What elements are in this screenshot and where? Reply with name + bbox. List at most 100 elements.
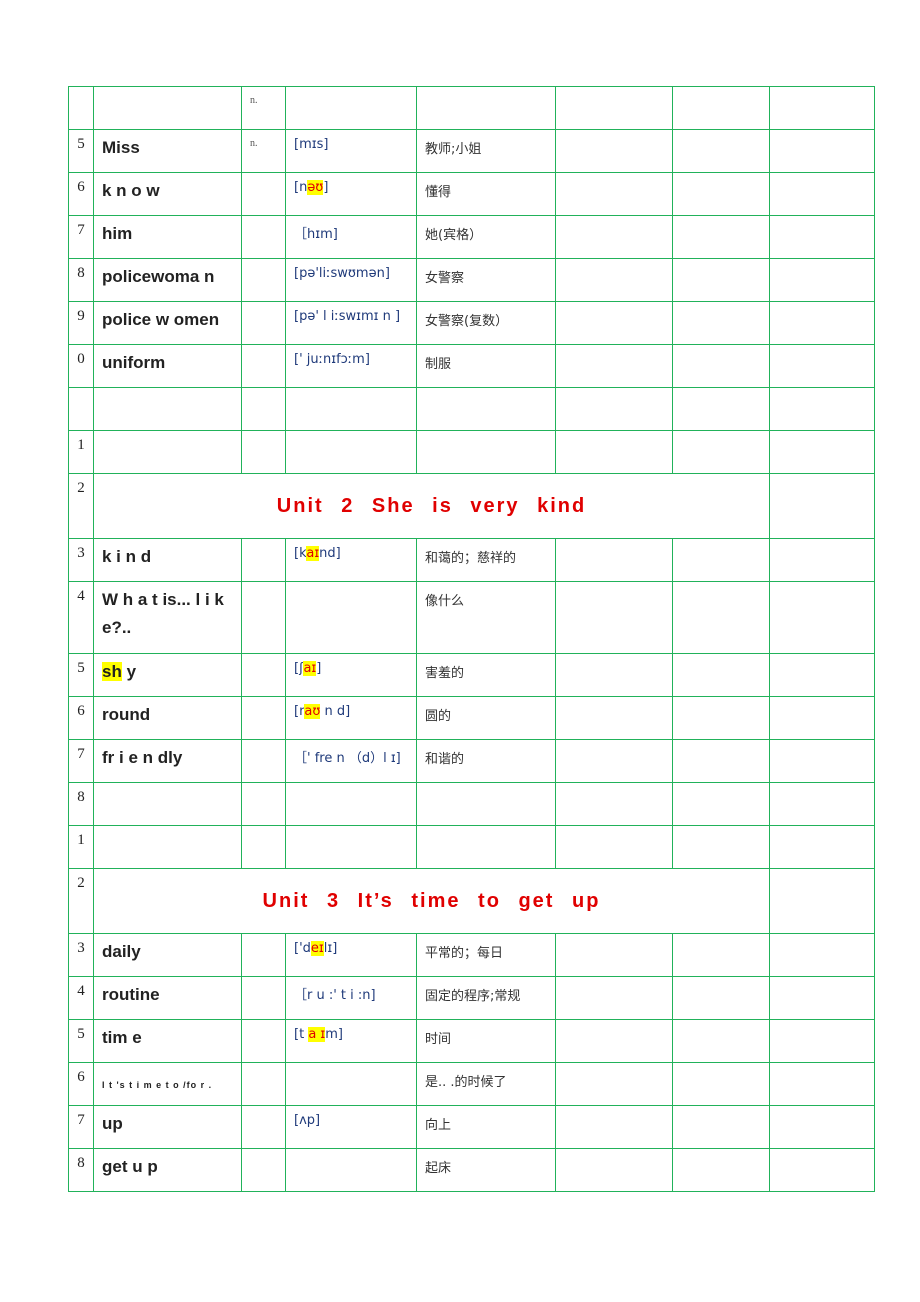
chinese-meaning: 平常的；每日 (416, 933, 556, 977)
table-row: 8 policewoma n [pə'liːswʊmən] 女警察 (68, 258, 875, 302)
row-number: 7 (68, 215, 94, 259)
word-cell (93, 430, 242, 474)
row-number: 4 (68, 581, 94, 654)
row-number: 6 (68, 172, 94, 216)
chinese-meaning: 和蔼的；慈祥的 (416, 538, 556, 582)
chinese-meaning: 制服 (416, 344, 556, 388)
blank-cell (672, 344, 770, 388)
blank-cell (672, 696, 770, 740)
row-number: 8 (68, 258, 94, 302)
word-cell: round (93, 696, 242, 740)
table-row: 6I t 's t i m e t o /fo r . 是.. .的时候了 (68, 1062, 875, 1106)
word-cell (93, 782, 242, 826)
word-cell: sh y (93, 653, 242, 697)
part-of-speech (241, 387, 286, 431)
part-of-speech: n. (241, 86, 286, 130)
row-number: 7 (68, 1105, 94, 1149)
blank-cell (672, 129, 770, 173)
blank-cell (769, 739, 875, 783)
row-number (68, 86, 94, 130)
phonetic-cell: [pə'liːswʊmən] (285, 258, 417, 302)
phonetic-text: ] (323, 180, 329, 195)
row-number: 2 (68, 473, 94, 539)
row-number: 3 (68, 933, 94, 977)
phonetic-text: [n (294, 180, 308, 195)
table-row: 5 sh y [ʃaɪ] 害羞的 (68, 653, 875, 697)
row-number: 6 (68, 1062, 94, 1106)
phonetic-highlight: aɪ (306, 546, 320, 561)
word-cell (93, 387, 242, 431)
chinese-meaning: 像什么 (416, 581, 556, 654)
blank-cell (555, 301, 673, 345)
chinese-meaning: 懂得 (416, 172, 556, 216)
blank-cell (769, 215, 875, 259)
blank-cell (555, 387, 673, 431)
blank-cell (769, 1105, 875, 1149)
blank-cell (672, 976, 770, 1020)
table-row: 7 fr i e n dly ［' fre n （d）l ɪ] 和谐的 (68, 739, 875, 783)
table-row: 3k i n d [kaɪnd] 和蔼的；慈祥的 (68, 538, 875, 582)
unit-header-row: 2 Unit 3 It’s time to get up (68, 868, 875, 934)
word-cell: policewoma n (93, 258, 242, 302)
blank-cell (555, 739, 673, 783)
vocabulary-table: n. 5 Miss n. [mɪs] 教师;小姐 6 k n o w [nəʊ] 懂得 7 him ［h… (68, 86, 875, 1192)
blank-cell (672, 653, 770, 697)
chinese-meaning: 时间 (416, 1019, 556, 1063)
table-row: 6k n o w [nəʊ] 懂得 (68, 172, 875, 216)
blank-cell (672, 933, 770, 977)
part-of-speech (241, 739, 286, 783)
phonetic-cell (285, 1062, 417, 1106)
chinese-meaning: 圆的 (416, 696, 556, 740)
blank-cell (672, 1019, 770, 1063)
chinese-meaning (416, 825, 556, 869)
blank-cell (672, 258, 770, 302)
part-of-speech (241, 653, 286, 697)
phonetic-highlight: a ɪ (308, 1027, 326, 1042)
phonetic-cell (285, 86, 417, 130)
phonetic-text: [r (294, 704, 305, 719)
blank-cell (672, 782, 770, 826)
phonetic-text: ['d (294, 941, 311, 956)
word-cell: I t 's t i m e t o /fo r . (93, 1062, 242, 1106)
table-row: 6 round [raʊ n d] 圆的 (68, 696, 875, 740)
row-number: 8 (68, 782, 94, 826)
chinese-meaning (416, 387, 556, 431)
phonetic-text: [k (294, 546, 307, 561)
phonetic-cell: [nəʊ] (285, 172, 417, 216)
blank-cell (769, 258, 875, 302)
row-number: 9 (68, 301, 94, 345)
row-number: 5 (68, 1019, 94, 1063)
phonetic-cell (285, 581, 417, 654)
blank-cell (769, 696, 875, 740)
row-number: 0 (68, 344, 94, 388)
row-number: 1 (68, 825, 94, 869)
unit-title: Unit 3 It’s time to get up (93, 868, 770, 934)
blank-cell (769, 933, 875, 977)
part-of-speech (241, 782, 286, 826)
word-cell: fr i e n dly (93, 739, 242, 783)
phonetic-cell: ['deɪlɪ] (285, 933, 417, 977)
blank-cell (769, 581, 875, 654)
blank-cell (769, 430, 875, 474)
phonetic-cell: ［r u :' t i :n] (285, 976, 417, 1020)
blank-cell (555, 1019, 673, 1063)
blank-cell (769, 653, 875, 697)
blank-cell (672, 301, 770, 345)
phonetic-cell: [ʌp] (285, 1105, 417, 1149)
chinese-meaning: 和谐的 (416, 739, 556, 783)
blank-cell (769, 782, 875, 826)
blank-cell (555, 976, 673, 1020)
phonetic-cell (285, 430, 417, 474)
word-cell: W h a t is... l i k e?.. (93, 581, 242, 654)
part-of-speech (241, 1105, 286, 1149)
blank-cell (769, 1062, 875, 1106)
blank-cell (555, 1148, 673, 1192)
blank-cell (769, 86, 875, 130)
part-of-speech (241, 933, 286, 977)
blank-cell (672, 581, 770, 654)
phonetic-highlight: əʊ (307, 180, 324, 195)
chinese-meaning: 害羞的 (416, 653, 556, 697)
table-row: 5 Miss n. [mɪs] 教师;小姐 (68, 129, 875, 173)
blank-cell (769, 473, 875, 539)
blank-cell (555, 1062, 673, 1106)
